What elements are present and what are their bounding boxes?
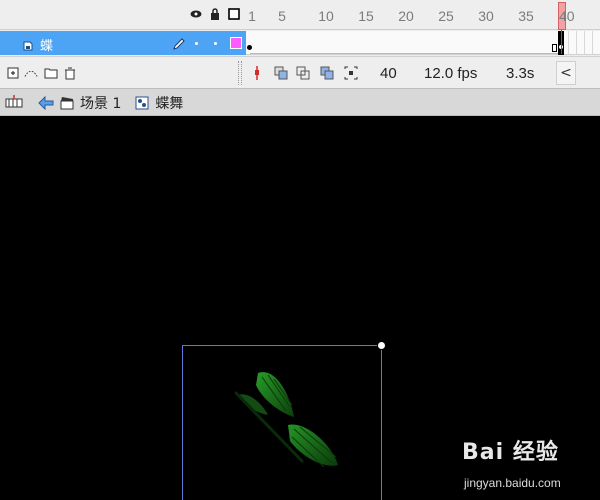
- timeline-footer: 40 12.0 fps 3.3s <: [0, 56, 600, 88]
- ruler-label: 35: [518, 8, 534, 24]
- ruler-label: 25: [438, 8, 454, 24]
- eye-icon[interactable]: [190, 8, 202, 20]
- edit-bar: 场景 1 蝶舞: [0, 88, 600, 116]
- symbol-crumb[interactable]: 蝶舞: [155, 93, 183, 113]
- flash-editor: 1 5 10 15 20 25 30 35 40 蝶 40 12.0 fps 3…: [0, 0, 600, 500]
- butterfly-graphic[interactable]: [228, 365, 358, 485]
- watermark-url: jingyan.baidu.com: [464, 476, 561, 490]
- ruler-label: 10: [318, 8, 334, 24]
- span-end-marker[interactable]: [552, 44, 557, 52]
- new-layer-icon[interactable]: [6, 66, 20, 80]
- baidu-watermark: Bai 经验 jingyan.baidu.com: [460, 434, 600, 500]
- current-frame-value[interactable]: 40: [380, 65, 397, 82]
- center-frame-icon[interactable]: [250, 66, 264, 80]
- lock-icon[interactable]: [209, 8, 221, 20]
- motion-guide-icon[interactable]: [24, 66, 38, 80]
- visibility-dot[interactable]: [195, 42, 198, 45]
- timeline-toggle-icon[interactable]: [5, 95, 23, 111]
- ruler-label: 15: [358, 8, 374, 24]
- breadcrumb: 场景 1 蝶舞: [60, 89, 197, 117]
- layer-icon: [22, 37, 34, 51]
- watermark-logo: Bai 经验: [462, 440, 559, 465]
- pencil-icon: [172, 36, 186, 50]
- back-arrow-icon[interactable]: [38, 95, 54, 111]
- scene-crumb[interactable]: 场景 1: [80, 93, 121, 113]
- frame-cell[interactable]: [592, 31, 593, 55]
- new-folder-icon[interactable]: [44, 66, 58, 80]
- outline-color-swatch[interactable]: [230, 37, 242, 49]
- frame-cell[interactable]: [576, 31, 577, 55]
- frames-area[interactable]: [246, 31, 600, 55]
- ruler-label: 1: [248, 8, 256, 24]
- layer-name: 蝶: [40, 39, 54, 54]
- keyframe[interactable]: [247, 45, 252, 50]
- timeline-header: 1 5 10 15 20 25 30 35 40: [0, 0, 600, 30]
- movie-clip-icon: [135, 96, 149, 110]
- onion-skin-icon[interactable]: [274, 66, 288, 80]
- frame-cell[interactable]: [568, 31, 569, 55]
- timeline-panel: 1 5 10 15 20 25 30 35 40 蝶 40 12.0 fps 3…: [0, 0, 600, 88]
- outline-square-icon[interactable]: [228, 8, 240, 20]
- footer-separator: [238, 61, 242, 85]
- modify-onion-markers-icon[interactable]: [344, 66, 358, 80]
- lock-dot[interactable]: [214, 42, 217, 45]
- scroll-left-button[interactable]: <: [556, 61, 576, 85]
- ruler-label: 30: [478, 8, 494, 24]
- edit-multiple-frames-icon[interactable]: [320, 66, 334, 80]
- current-frame-label: 40: [559, 8, 575, 24]
- clapper-icon: [60, 97, 74, 110]
- trash-icon[interactable]: [63, 66, 77, 80]
- frame-rate-value[interactable]: 12.0 fps: [424, 65, 477, 82]
- frame-span: [250, 53, 558, 54]
- layer-row[interactable]: 蝶: [0, 31, 246, 55]
- ruler-label: 5: [278, 8, 286, 24]
- elapsed-time-value: 3.3s: [506, 65, 535, 82]
- stage[interactable]: Bai 经验 jingyan.baidu.com: [0, 117, 600, 500]
- ruler-label: 20: [398, 8, 414, 24]
- playhead-line: [561, 30, 562, 54]
- onion-skin-outline-icon[interactable]: [296, 66, 310, 80]
- transform-point[interactable]: [377, 341, 386, 350]
- frame-cell[interactable]: [584, 31, 585, 55]
- frame-ruler[interactable]: 1 5 10 15 20 25 30 35: [246, 0, 600, 30]
